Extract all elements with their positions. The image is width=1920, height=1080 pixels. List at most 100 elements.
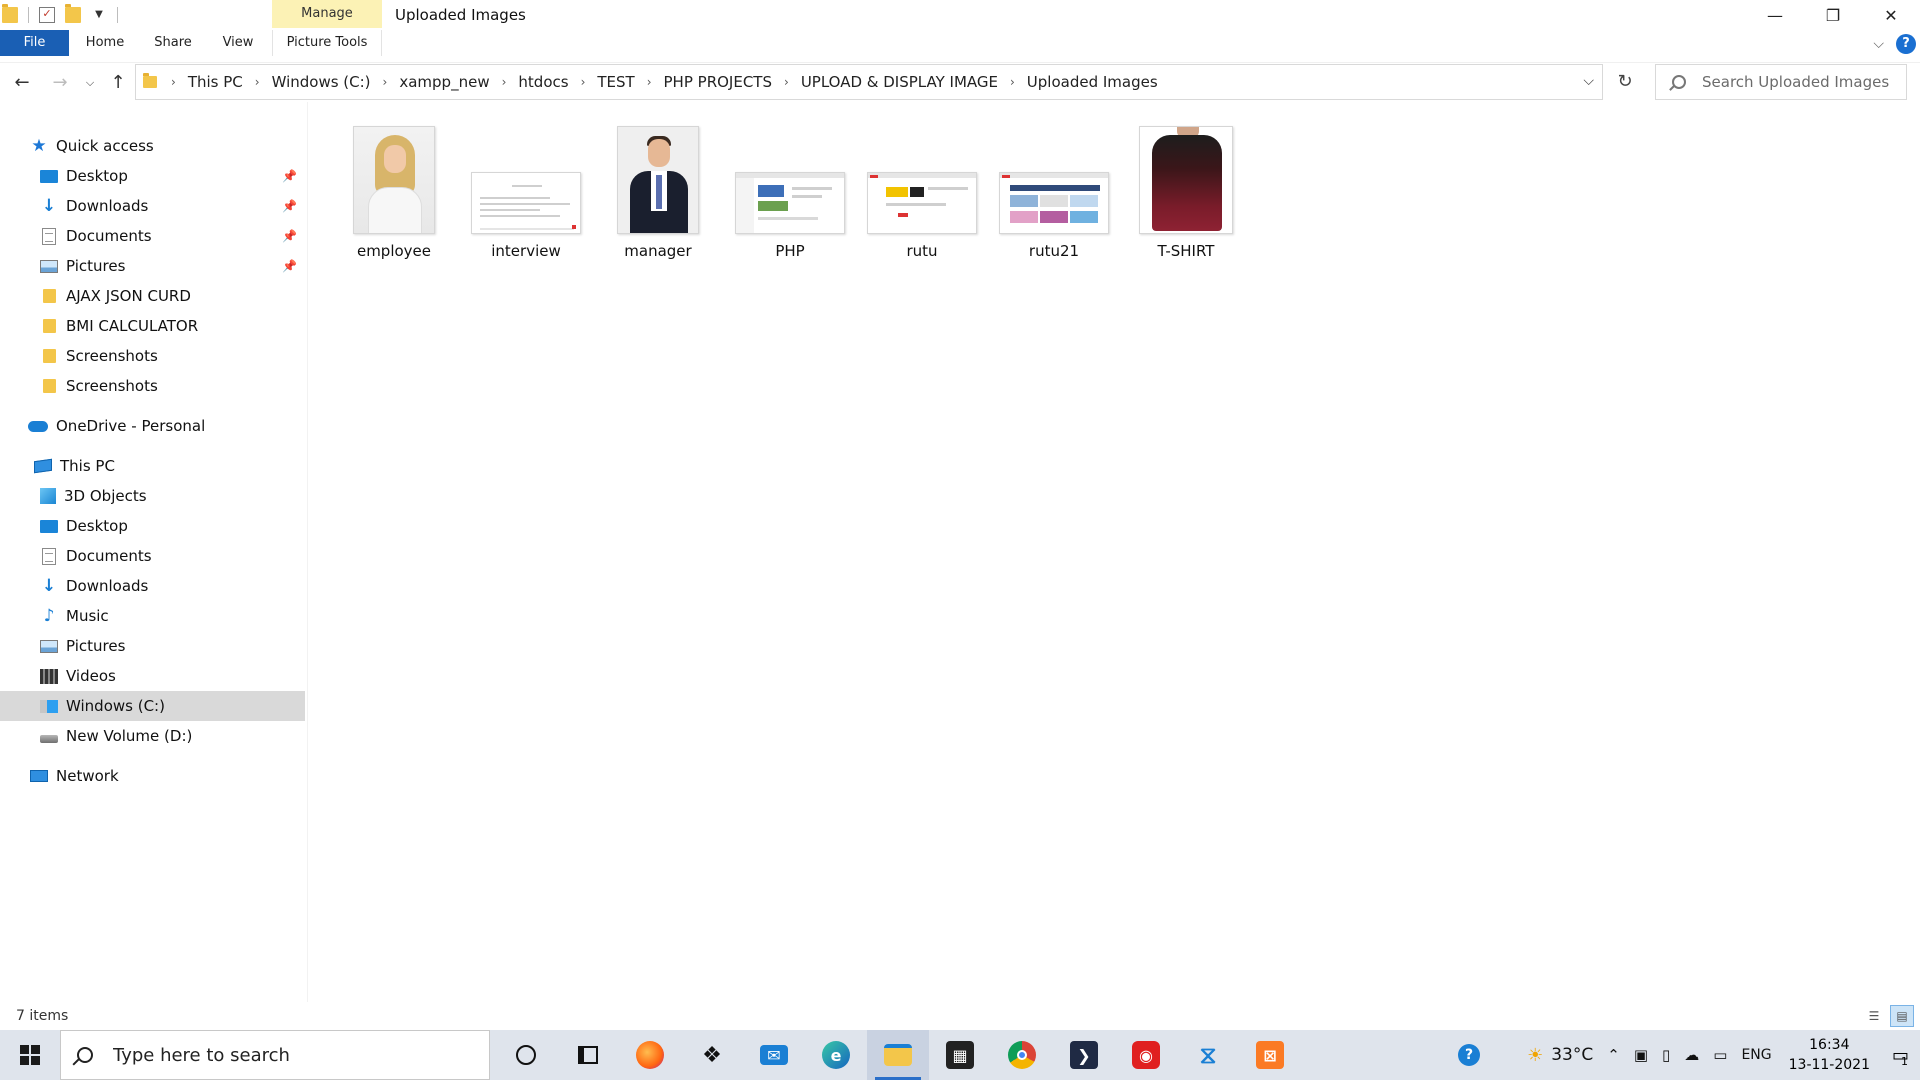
- clock[interactable]: 16:34 13-11-2021: [1779, 1035, 1880, 1075]
- nav-item-downloads[interactable]: ↓ Downloads 📌: [0, 191, 305, 221]
- tab-home[interactable]: Home: [72, 30, 138, 56]
- tab-view[interactable]: View: [208, 30, 268, 56]
- back-button[interactable]: ←: [10, 71, 34, 95]
- nav-onedrive[interactable]: OneDrive - Personal: [0, 411, 305, 441]
- vscode-button[interactable]: ⧖: [1177, 1030, 1239, 1080]
- address-bar[interactable]: › This PC › Windows (C:) › xampp_new › h…: [135, 64, 1603, 100]
- pin-icon[interactable]: 📌: [282, 229, 297, 243]
- help-tray-button[interactable]: ?: [1451, 1044, 1487, 1066]
- weather-widget[interactable]: ☀ 33°C: [1487, 1045, 1600, 1066]
- meet-now-button[interactable]: ▣: [1627, 1046, 1655, 1064]
- chevron-right-icon[interactable]: ›: [375, 75, 396, 89]
- store-button[interactable]: ▦: [929, 1030, 991, 1080]
- tab-picture-tools[interactable]: Picture Tools: [272, 30, 382, 56]
- search-box[interactable]: [1655, 64, 1907, 100]
- customize-toolbar-icon[interactable]: ▼: [91, 7, 107, 23]
- file-item[interactable]: manager: [594, 122, 722, 272]
- nav-label: Documents: [66, 227, 152, 245]
- chevron-right-icon[interactable]: ›: [573, 75, 594, 89]
- file-item[interactable]: employee: [330, 122, 458, 272]
- nav-network[interactable]: Network: [0, 761, 305, 791]
- chevron-right-icon[interactable]: ›: [247, 75, 268, 89]
- powershell-button[interactable]: ❯: [1053, 1030, 1115, 1080]
- chevron-right-icon[interactable]: ›: [494, 75, 515, 89]
- pin-icon[interactable]: 📌: [282, 169, 297, 183]
- nav-item-music[interactable]: ♪ Music: [0, 601, 305, 631]
- help-icon[interactable]: ?: [1896, 34, 1916, 54]
- nav-item-screenshots[interactable]: Screenshots: [0, 371, 305, 401]
- pane-divider[interactable]: [307, 102, 308, 1002]
- chrome-button[interactable]: [991, 1030, 1053, 1080]
- nav-quick-access[interactable]: ★ Quick access: [0, 131, 305, 161]
- breadcrumb-test[interactable]: TEST: [593, 73, 638, 91]
- nav-item-pictures[interactable]: Pictures: [0, 631, 305, 661]
- recent-locations-button[interactable]: ⌵: [78, 71, 102, 95]
- file-item[interactable]: T-SHIRT: [1122, 122, 1250, 272]
- search-input[interactable]: [1702, 73, 1892, 91]
- action-center-button[interactable]: ▭ 1: [1880, 1030, 1920, 1080]
- breadcrumb-this-pc[interactable]: This PC: [184, 73, 247, 91]
- file-item[interactable]: rutu21: [990, 122, 1118, 272]
- xampp-button[interactable]: ⊠: [1239, 1030, 1301, 1080]
- nav-item-desktop[interactable]: Desktop: [0, 511, 305, 541]
- pin-icon[interactable]: 📌: [282, 199, 297, 213]
- language-button[interactable]: ENG: [1734, 1047, 1778, 1063]
- dropbox-button[interactable]: ❖: [681, 1030, 743, 1080]
- start-button[interactable]: [0, 1030, 60, 1080]
- properties-icon[interactable]: ✓: [39, 7, 55, 23]
- cortana-button[interactable]: [495, 1030, 557, 1080]
- nav-item-pictures[interactable]: Pictures 📌: [0, 251, 305, 281]
- breadcrumb-windows-c[interactable]: Windows (C:): [268, 73, 375, 91]
- edge-button[interactable]: e: [805, 1030, 867, 1080]
- device-button[interactable]: ▯: [1655, 1046, 1677, 1064]
- mail-button[interactable]: ✉: [743, 1030, 805, 1080]
- show-hidden-icons-button[interactable]: ⌃: [1600, 1046, 1627, 1064]
- breadcrumb-php-projects[interactable]: PHP PROJECTS: [660, 73, 776, 91]
- breadcrumb-upload-display-image[interactable]: UPLOAD & DISPLAY IMAGE: [797, 73, 1002, 91]
- details-view-icon[interactable]: ☰: [1862, 1005, 1886, 1027]
- nav-item-screenshots[interactable]: Screenshots: [0, 341, 305, 371]
- minimize-button[interactable]: —: [1746, 0, 1804, 30]
- maximize-button[interactable]: ❐: [1804, 0, 1862, 30]
- file-item[interactable]: interview: [462, 122, 590, 272]
- expand-ribbon-icon[interactable]: ⌵: [1873, 36, 1884, 52]
- onedrive-tray-button[interactable]: ☁: [1677, 1046, 1706, 1064]
- breadcrumb-uploaded-images[interactable]: Uploaded Images: [1023, 73, 1162, 91]
- chevron-right-icon[interactable]: ›: [1002, 75, 1023, 89]
- nav-item-desktop[interactable]: Desktop 📌: [0, 161, 305, 191]
- nav-item-videos[interactable]: Videos: [0, 661, 305, 691]
- taskbar-search-input[interactable]: [113, 1044, 473, 1066]
- breadcrumb-xampp-new[interactable]: xampp_new: [395, 73, 493, 91]
- nav-item-downloads[interactable]: ↓ Downloads: [0, 571, 305, 601]
- file-item[interactable]: PHP: [726, 122, 854, 272]
- forward-button[interactable]: →: [48, 71, 72, 95]
- new-folder-icon[interactable]: [65, 4, 81, 23]
- large-icons-view-icon[interactable]: ▤: [1890, 1005, 1914, 1027]
- address-dropdown-icon[interactable]: ⌵: [1583, 73, 1594, 89]
- file-explorer-button[interactable]: [867, 1030, 929, 1080]
- nav-item-documents[interactable]: Documents: [0, 541, 305, 571]
- chevron-right-icon[interactable]: ›: [163, 75, 184, 89]
- tab-file[interactable]: File: [0, 30, 69, 56]
- nav-this-pc[interactable]: This PC: [0, 451, 305, 481]
- battery-button[interactable]: ▭: [1706, 1046, 1734, 1064]
- up-button[interactable]: ↑: [106, 71, 130, 95]
- task-view-button[interactable]: [557, 1030, 619, 1080]
- media-app-button[interactable]: ◉: [1115, 1030, 1177, 1080]
- taskbar-search[interactable]: [60, 1030, 490, 1080]
- pin-icon[interactable]: 📌: [282, 259, 297, 273]
- file-item[interactable]: rutu: [858, 122, 986, 272]
- chevron-right-icon[interactable]: ›: [639, 75, 660, 89]
- nav-item-windows-c[interactable]: Windows (C:): [0, 691, 305, 721]
- breadcrumb-htdocs[interactable]: htdocs: [514, 73, 572, 91]
- refresh-button[interactable]: ↻: [1607, 64, 1643, 100]
- nav-item-ajax-json-curd[interactable]: AJAX JSON CURD: [0, 281, 305, 311]
- nav-item-3d-objects[interactable]: 3D Objects: [0, 481, 305, 511]
- close-button[interactable]: ✕: [1862, 0, 1920, 30]
- nav-item-bmi-calculator[interactable]: BMI CALCULATOR: [0, 311, 305, 341]
- nav-item-new-volume-d[interactable]: New Volume (D:): [0, 721, 305, 751]
- nav-item-documents[interactable]: Documents 📌: [0, 221, 305, 251]
- firefox-button[interactable]: [619, 1030, 681, 1080]
- chevron-right-icon[interactable]: ›: [776, 75, 797, 89]
- tab-share[interactable]: Share: [142, 30, 204, 56]
